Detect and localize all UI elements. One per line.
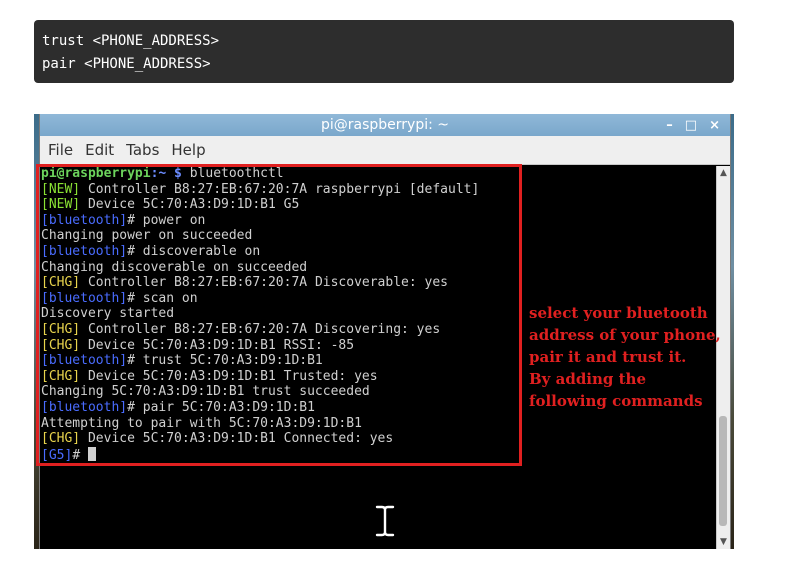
window-controls: – □ ×: [666, 114, 720, 136]
text-cursor-icon: [374, 505, 396, 537]
annotation-line: address of your phone,: [529, 326, 721, 344]
annotation-line: following commands: [529, 392, 703, 410]
close-icon[interactable]: ×: [709, 118, 720, 133]
code-line-trust: trust <PHONE_ADDRESS>: [42, 33, 220, 49]
annotation-line: By adding the: [529, 370, 647, 388]
scroll-down-icon[interactable]: ▼: [717, 535, 730, 549]
highlight-box: [36, 164, 522, 466]
code-snippet: trust <PHONE_ADDRESS> pair <PHONE_ADDRES…: [34, 20, 734, 83]
annotation-line: select your bluetooth: [529, 304, 708, 322]
menu-tabs[interactable]: Tabs: [126, 141, 159, 159]
maximize-icon[interactable]: □: [685, 118, 697, 133]
menu-edit[interactable]: Edit: [85, 141, 114, 159]
scrollbar-thumb[interactable]: [719, 416, 727, 526]
annotation-line: pair it and trust it.: [529, 348, 687, 366]
code-line-pair: pair <PHONE_ADDRESS>: [42, 56, 211, 72]
menu-file[interactable]: File: [48, 141, 73, 159]
menu-bar: File Edit Tabs Help: [40, 136, 730, 165]
menu-help[interactable]: Help: [171, 141, 205, 159]
minimize-icon[interactable]: –: [666, 118, 673, 133]
window-titlebar[interactable]: pi@raspberrypi: ~ – □ ×: [40, 114, 730, 136]
scroll-up-icon[interactable]: ▲: [717, 166, 730, 180]
annotation-text: select your bluetooth address of your ph…: [529, 302, 729, 412]
window-title: pi@raspberrypi: ~: [320, 117, 450, 133]
